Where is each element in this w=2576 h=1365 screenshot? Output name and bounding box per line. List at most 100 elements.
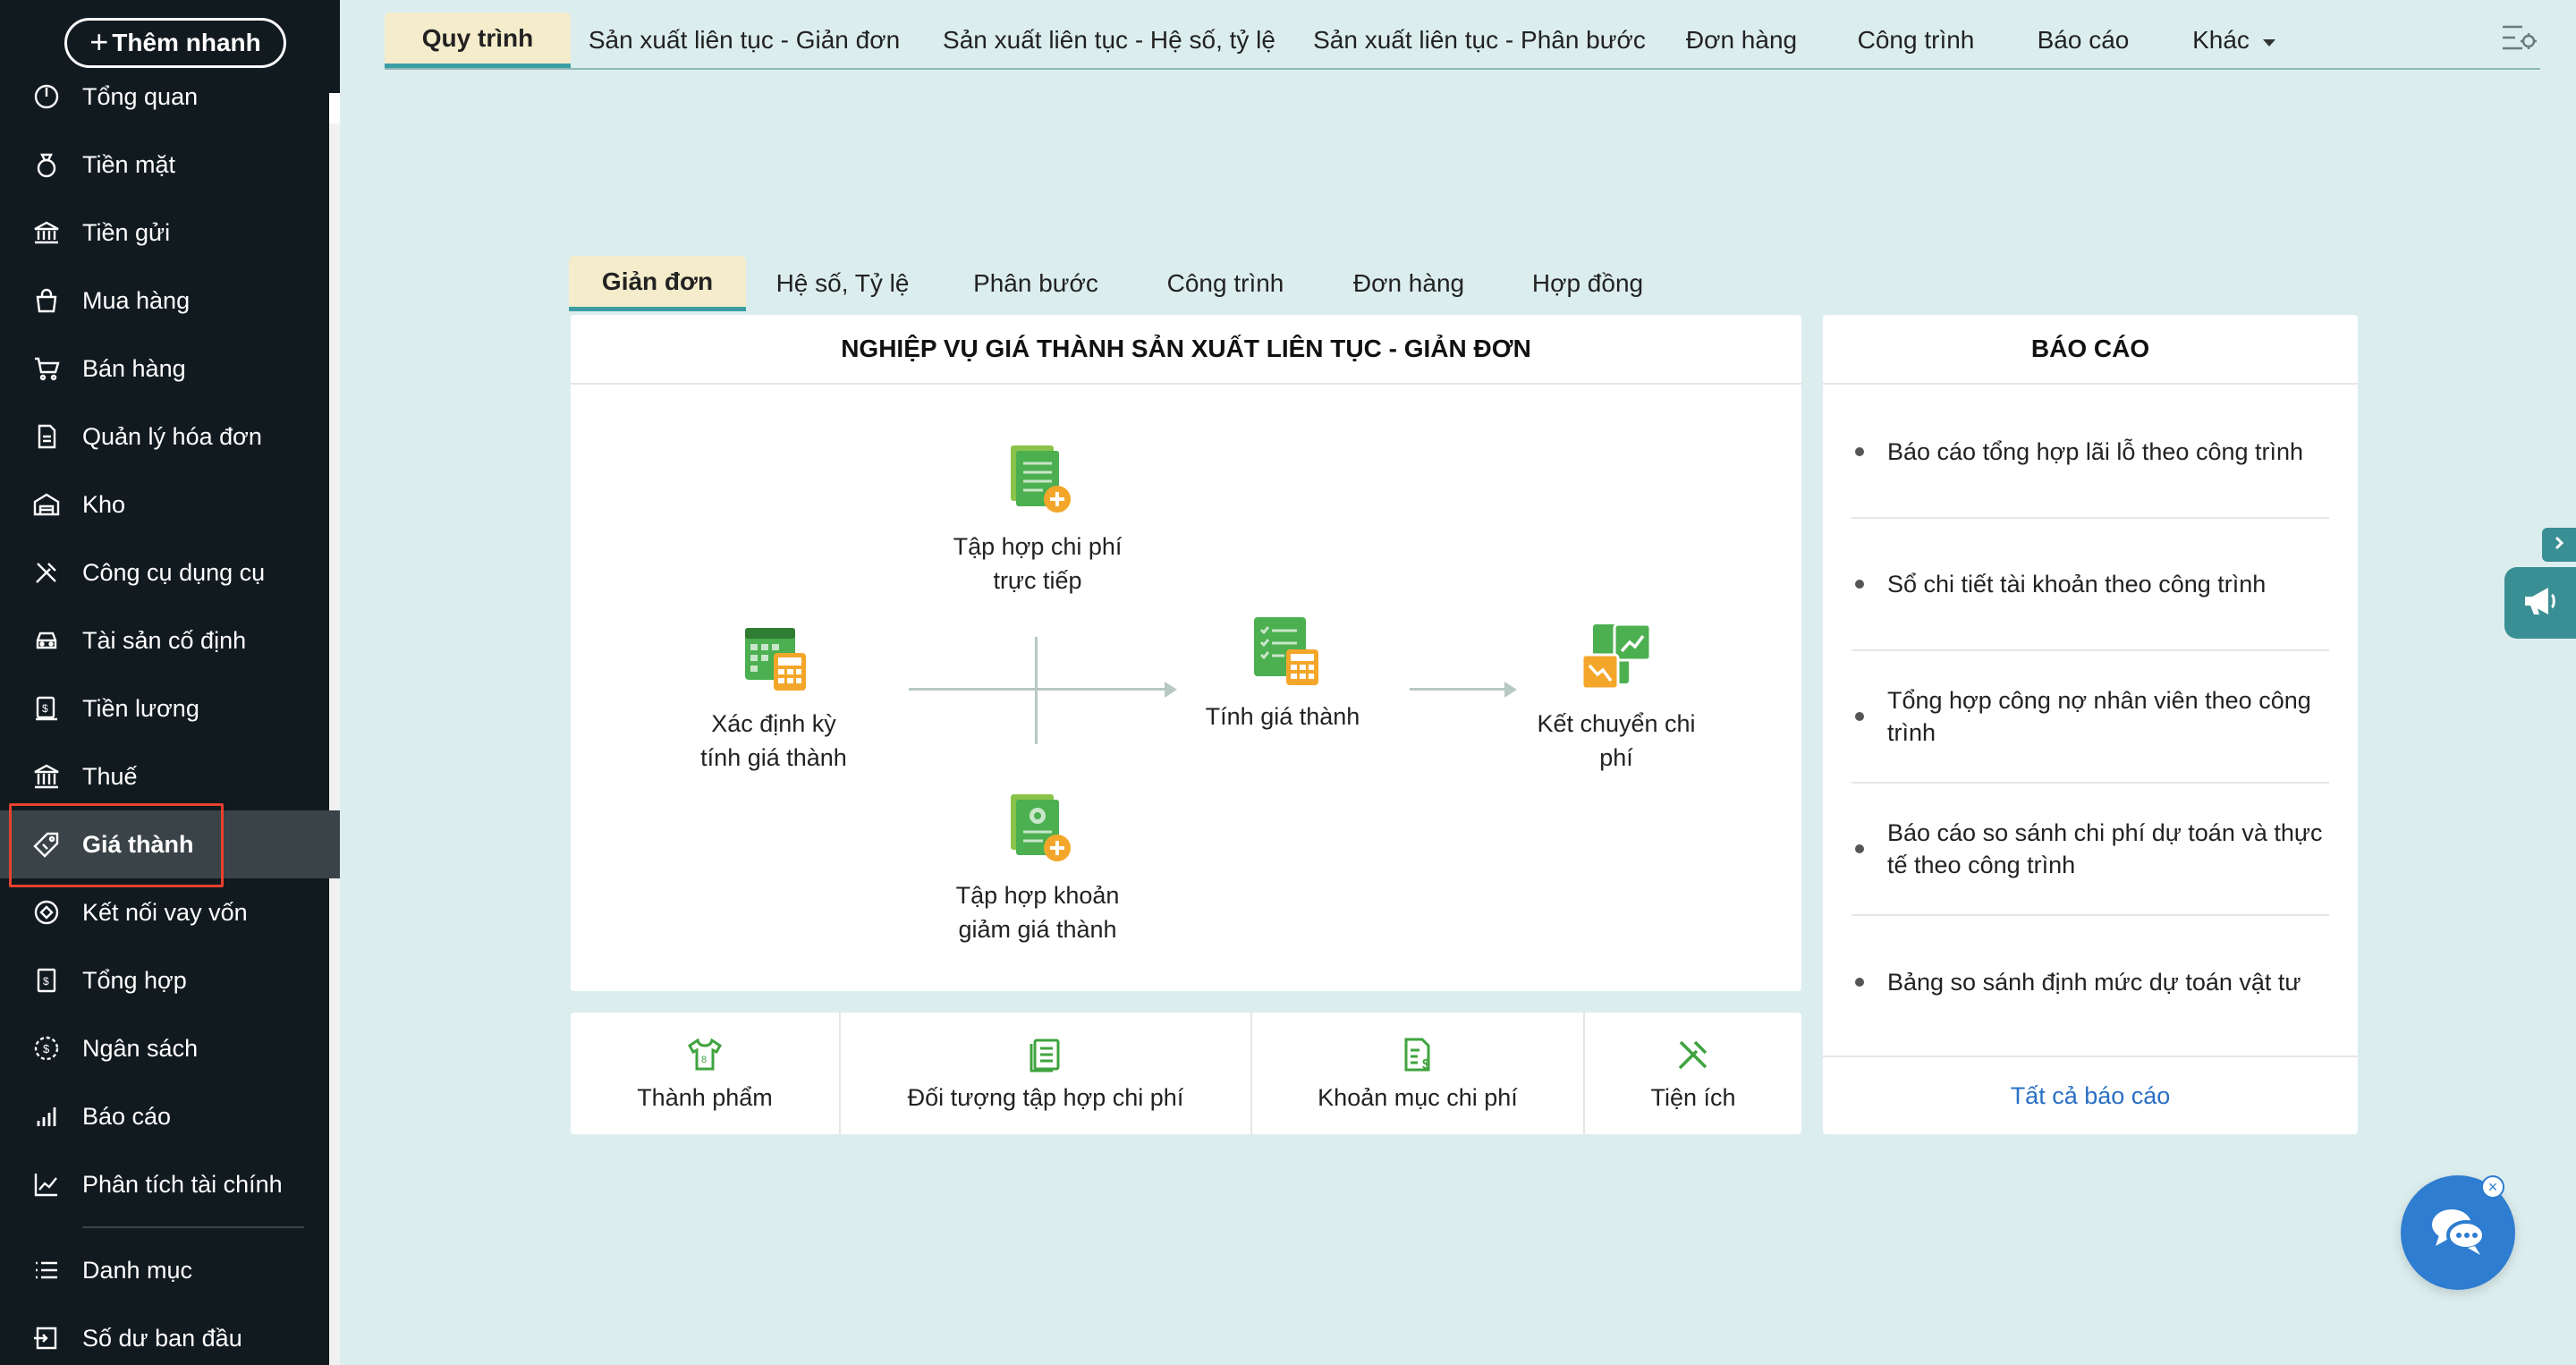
tab-don-hang[interactable]: Đơn hàng bbox=[1676, 13, 1807, 68]
report-item[interactable]: Tổng hợp công nợ nhân viên theo công trì… bbox=[1852, 651, 2329, 784]
sidebar-item-thue[interactable]: Thuế bbox=[0, 742, 340, 810]
sidebar-item-tong-quan[interactable]: Tổng quan bbox=[0, 63, 340, 131]
sidebar-item-kho[interactable]: Kho bbox=[0, 471, 340, 538]
tab-label: Đơn hàng bbox=[1352, 269, 1465, 297]
inner-tab-phan-buoc[interactable]: Phân bước bbox=[964, 256, 1107, 311]
bullet-icon bbox=[1855, 712, 1864, 721]
tab-cong-trinh[interactable]: Công trình bbox=[1841, 13, 1991, 68]
inner-tab-he-so-ty-le[interactable]: Hệ số, Tỷ lệ bbox=[767, 256, 918, 311]
sidebar-item-label: Giá thành bbox=[82, 830, 194, 858]
report-item-label: Tổng hợp công nợ nhân viên theo công trì… bbox=[1887, 687, 2311, 746]
flow-connector bbox=[1410, 688, 1506, 691]
tab-label: Phân bước bbox=[973, 269, 1098, 297]
sidebar: + Thêm nhanh Tổng quan Tiền mặt Tiền gửi… bbox=[0, 0, 340, 1365]
bullet-icon bbox=[1855, 447, 1864, 456]
sidebar-item-ket-noi-vay-von[interactable]: Kết nối vay vốn bbox=[0, 878, 340, 946]
tab-label: Công trình bbox=[1166, 269, 1284, 297]
announcement-button[interactable] bbox=[2504, 567, 2576, 639]
inner-tab-cong-trinh[interactable]: Công trình bbox=[1156, 256, 1295, 311]
tab-bao-cao[interactable]: Báo cáo bbox=[2021, 13, 2145, 68]
utility-doi-tuong-tap-hop[interactable]: Đối tượng tập hợp chi phí bbox=[841, 1013, 1252, 1134]
bullet-icon bbox=[1855, 844, 1864, 853]
bank-icon bbox=[30, 216, 63, 249]
sidebar-divider bbox=[82, 1226, 304, 1228]
trend-chart-icon bbox=[30, 1168, 63, 1200]
sidebar-item-tong-hop[interactable]: $ Tổng hợp bbox=[0, 946, 340, 1014]
sidebar-item-gia-thanh[interactable]: Giá thành bbox=[0, 810, 340, 878]
tab-san-xuat-he-so[interactable]: Sản xuất liên tục - Hệ số, tỷ lệ bbox=[937, 13, 1281, 68]
process-diagram-card: NGHIỆP VỤ GIÁ THÀNH SẢN XUẤT LIÊN TỤC - … bbox=[571, 315, 1801, 991]
sidebar-item-label: Tiền mặt bbox=[82, 150, 176, 178]
sidebar-item-quan-ly-hoa-don[interactable]: Quản lý hóa đơn bbox=[0, 403, 340, 471]
sidebar-item-label: Tài sản cố định bbox=[82, 626, 247, 654]
sidebar-item-tai-san-co-dinh[interactable]: Tài sản cố định bbox=[0, 606, 340, 674]
report-item-label: Báo cáo so sánh chi phí dự toán và thực … bbox=[1887, 819, 2323, 878]
utility-tien-ich[interactable]: Tiện ích bbox=[1585, 1013, 1801, 1134]
report-title: BÁO CÁO bbox=[1823, 315, 2358, 385]
tax-building-icon bbox=[30, 760, 63, 793]
inner-tab-hop-dong[interactable]: Hợp đồng bbox=[1522, 256, 1653, 311]
report-item[interactable]: Bảng so sánh định mức dự toán vật tư bbox=[1852, 916, 2329, 1048]
sidebar-item-tien-luong[interactable]: $ Tiền lương bbox=[0, 674, 340, 742]
tab-san-xuat-phan-buoc[interactable]: Sản xuất liên tục - Phân bước bbox=[1309, 13, 1649, 68]
tab-label: Khác bbox=[2192, 26, 2250, 54]
shirt-icon: 8 bbox=[685, 1035, 724, 1079]
report-item[interactable]: Báo cáo so sánh chi phí dự toán và thực … bbox=[1852, 784, 2329, 916]
quick-add-button[interactable]: + Thêm nhanh bbox=[64, 18, 286, 68]
tab-khac[interactable]: Khác bbox=[2184, 13, 2284, 68]
sidebar-item-cong-cu-dung-cu[interactable]: Công cụ dụng cụ bbox=[0, 538, 340, 606]
all-reports-link[interactable]: Tất cả báo cáo bbox=[1823, 1056, 2358, 1134]
node-label-line: Tính giá thành bbox=[1205, 703, 1360, 730]
payroll-icon: $ bbox=[30, 692, 63, 725]
report-item[interactable]: Báo cáo tổng hợp lãi lỗ theo công trình bbox=[1852, 386, 2329, 519]
inner-tab-don-hang[interactable]: Đơn hàng bbox=[1345, 256, 1472, 311]
transfer-chart-icon bbox=[1524, 614, 1708, 699]
panel-expand-button[interactable] bbox=[2542, 528, 2576, 562]
report-card: BÁO CÁO Báo cáo tổng hợp lãi lỗ theo côn… bbox=[1823, 315, 2358, 1134]
top-tab-bar: Quy trình Sản xuất liên tục - Giản đơn S… bbox=[385, 13, 2540, 70]
inner-tab-gian-don[interactable]: Giản đơn bbox=[569, 256, 746, 311]
report-item[interactable]: Sổ chi tiết tài khoản theo công trình bbox=[1852, 519, 2329, 651]
node-xac-dinh-ky[interactable]: Xác định kỳ tính giá thành bbox=[680, 614, 868, 775]
bullet-icon bbox=[1855, 978, 1864, 987]
sidebar-item-danh-muc[interactable]: Danh mục bbox=[0, 1236, 340, 1304]
tools-icon bbox=[1674, 1035, 1713, 1079]
sidebar-item-tien-gui[interactable]: Tiền gửi bbox=[0, 199, 340, 267]
sidebar-item-label: Kho bbox=[82, 490, 126, 518]
tab-settings-button[interactable] bbox=[2501, 21, 2537, 54]
chat-close-button[interactable]: × bbox=[2481, 1175, 2504, 1199]
node-tap-hop-chi-phi[interactable]: Tập hợp chi phí trực tiếp bbox=[939, 437, 1136, 598]
tab-san-xuat-gian-don[interactable]: Sản xuất liên tục - Giản đơn bbox=[589, 13, 900, 68]
shopping-bag-icon bbox=[30, 284, 63, 317]
node-tinh-gia-thanh[interactable]: Tính giá thành bbox=[1188, 606, 1377, 733]
sidebar-item-label: Quản lý hóa đơn bbox=[82, 422, 262, 450]
utility-thanh-pham[interactable]: 8 Thành phẩm bbox=[571, 1013, 841, 1134]
sidebar-item-tien-mat[interactable]: Tiền mặt bbox=[0, 131, 340, 199]
chat-bubbles-icon bbox=[2427, 1201, 2489, 1265]
process-title: NGHIỆP VỤ GIÁ THÀNH SẢN XUẤT LIÊN TỤC - … bbox=[571, 315, 1801, 385]
tab-label: Sản xuất liên tục - Phân bước bbox=[1313, 26, 1646, 54]
tab-label: Hợp đồng bbox=[1531, 269, 1644, 297]
node-ket-chuyen-chi-phi[interactable]: Kết chuyển chi phí bbox=[1524, 614, 1708, 775]
sidebar-item-bao-cao[interactable]: Báo cáo bbox=[0, 1082, 340, 1150]
sidebar-item-so-du-ban-dau[interactable]: Số dư ban đầu bbox=[0, 1304, 340, 1365]
budget-icon: $ bbox=[30, 1032, 63, 1064]
ledger-icon: $ bbox=[30, 964, 63, 996]
opening-balance-icon bbox=[30, 1322, 63, 1354]
node-tap-hop-khoan-giam[interactable]: Tập hợp khoản giảm giá thành bbox=[939, 785, 1136, 946]
sidebar-item-label: Thuế bbox=[82, 762, 138, 790]
utility-label: Thành phẩm bbox=[637, 1084, 773, 1111]
sidebar-item-phan-tich-tai-chinh[interactable]: Phân tích tài chính bbox=[0, 1150, 340, 1218]
node-label-line: Xác định kỳ bbox=[711, 710, 836, 737]
node-label-line: tính giá thành bbox=[700, 744, 847, 771]
sidebar-item-mua-hang[interactable]: Mua hàng bbox=[0, 267, 340, 335]
quick-add-label: Thêm nhanh bbox=[112, 29, 261, 56]
tab-quy-trinh[interactable]: Quy trình bbox=[385, 13, 571, 68]
tools-icon bbox=[30, 556, 63, 589]
sidebar-item-ban-hang[interactable]: Bán hàng bbox=[0, 335, 340, 403]
calendar-calculator-icon bbox=[680, 614, 868, 699]
sidebar-item-ngan-sach[interactable]: $ Ngân sách bbox=[0, 1014, 340, 1082]
utility-label: Tiện ích bbox=[1650, 1084, 1736, 1111]
utility-khoan-muc-chi-phi[interactable]: $ Khoản mục chi phí bbox=[1252, 1013, 1585, 1134]
svg-text:$: $ bbox=[43, 1042, 50, 1056]
